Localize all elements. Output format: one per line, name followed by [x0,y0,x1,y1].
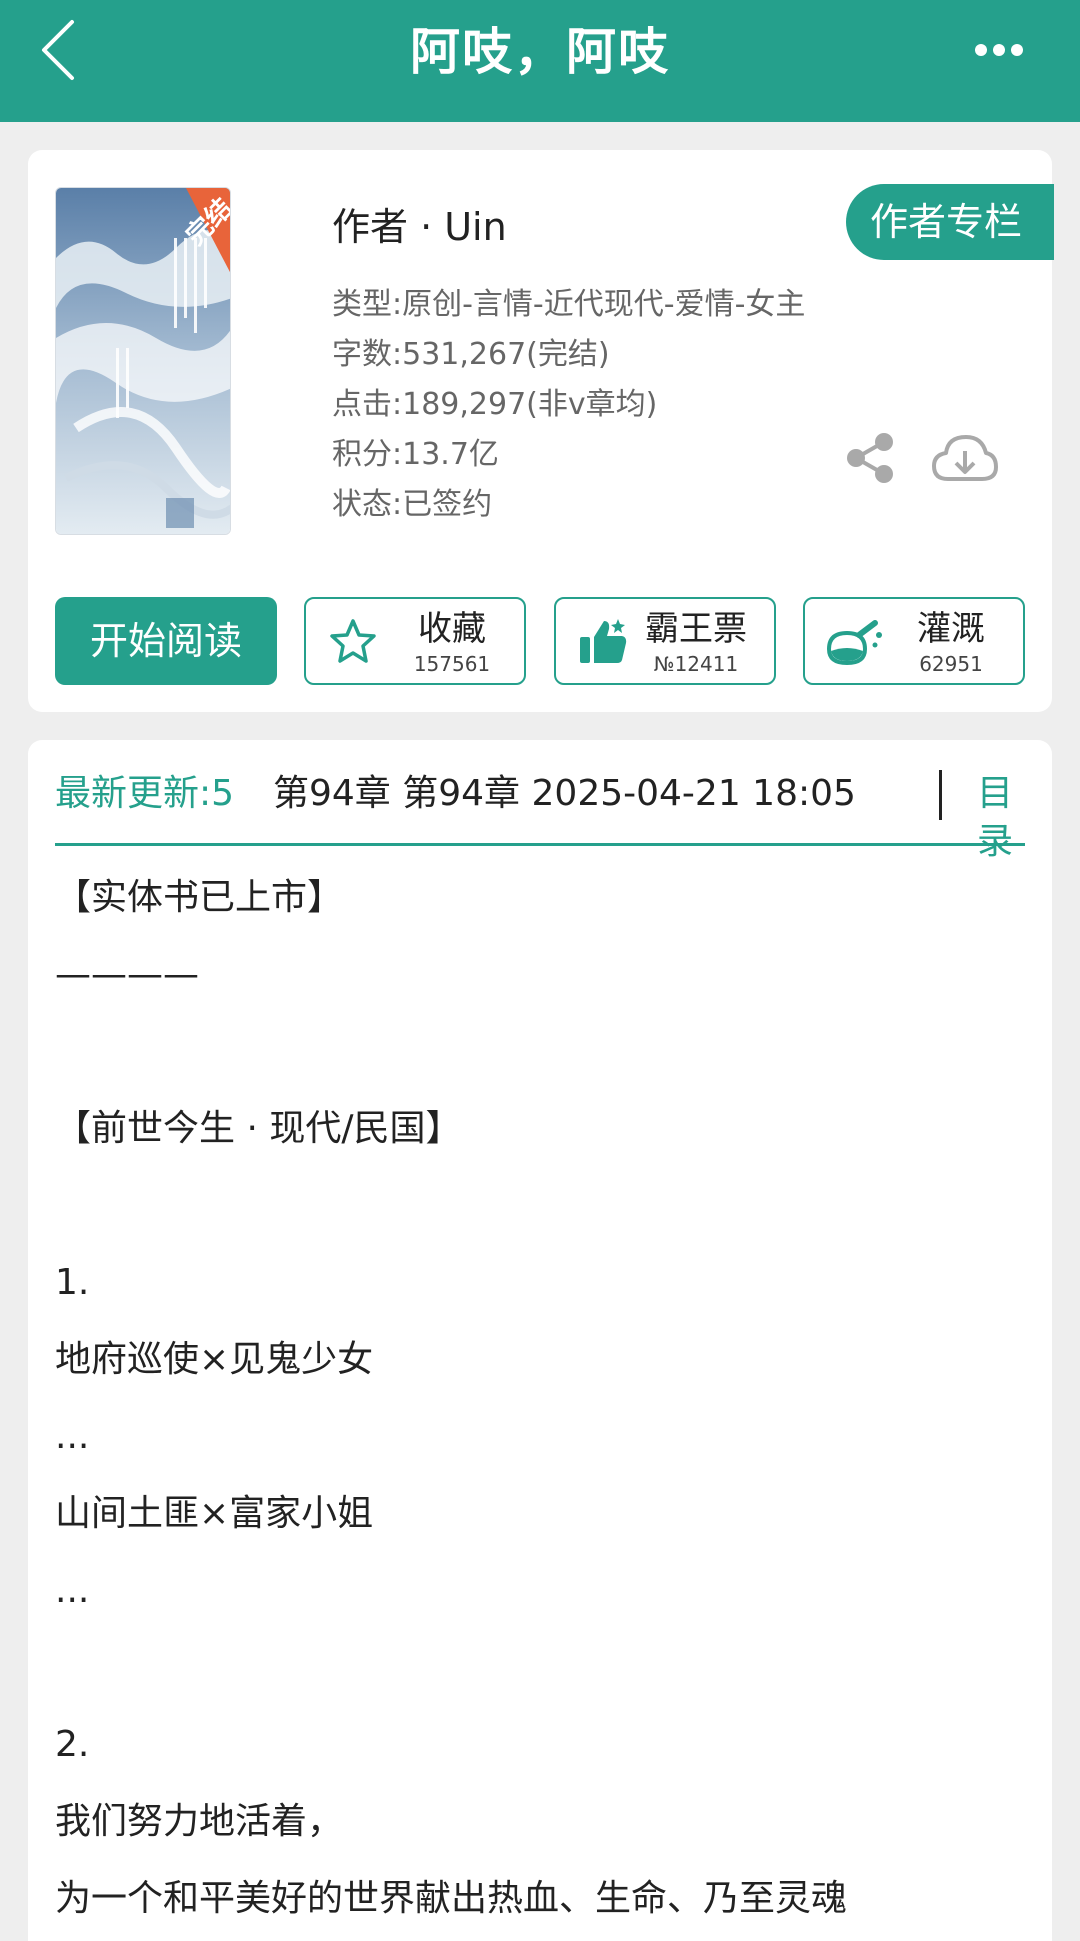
intro-line: 山间土匪×富家小姐 [55,1493,374,1534]
intro-line: ... [55,1570,90,1611]
favorite-label: 收藏 [418,609,486,649]
meta-status: 状态:已签约 [332,487,493,522]
intro-line: 地府巡使×见鬼少女 [55,1339,374,1380]
author-name[interactable]: 作者 · Uin [332,196,507,251]
page-title: 阿吱，阿吱 [410,23,670,81]
meta-clicks: 点击:189,297(非v章均) [332,387,658,422]
top-navigation-bar: 阿吱，阿吱 [0,0,1080,122]
thumbs-up-icon [580,619,627,663]
intro-line [55,1646,1025,1723]
meta-word-count: 字数:531,267(完结) [332,337,610,372]
author-column-button[interactable]: 作者专栏 [846,184,1054,260]
favorite-button[interactable]: 收藏 157561 [304,597,526,685]
intro-line [55,1030,1025,1107]
intro-line: ... [55,1416,90,1457]
irrigate-count: 62951 [919,652,983,676]
action-row: 开始阅读 收藏 157561 霸王票 №12411 灌溉 62951 [55,597,1025,685]
intro-line: 为一个和平美好的世界献出热血、生命、乃至灵魂 [55,1878,848,1919]
favorite-count: 157561 [413,652,491,676]
start-reading-button[interactable]: 开始阅读 [55,597,277,685]
intro-line: 2. [55,1724,90,1765]
intro-line [55,1184,1025,1261]
intro-line: 【实体书已上市】 [55,877,344,918]
more-dots-icon[interactable] [974,42,1024,58]
latest-update-bar[interactable]: 最新更新:5 第94章 第94章 2025-04-21 18:05 目录 [55,740,1025,862]
meta-genre: 类型:原创-言情-近代现代-爱情-女主 [332,287,806,322]
intro-line: 1. [55,1262,90,1303]
table-of-contents-link[interactable]: 目录 [977,770,1025,866]
intro-line: 我们努力地活着， [55,1801,344,1842]
cloud-download-icon[interactable] [930,431,998,485]
bawangpiao-label: 霸王票 [645,609,747,649]
latest-update-label: 最新更新:5 [55,773,235,814]
intro-line: 【前世今生 · 现代/民国】 [55,1108,462,1149]
bawangpiao-count: №12411 [653,652,739,676]
divider [939,770,942,820]
book-cover-image[interactable]: 完结 [55,187,231,535]
star-icon [330,619,376,663]
irrigate-label: 灌溉 [917,609,985,649]
share-icon[interactable] [844,432,896,484]
intro-line: ———— [55,954,199,995]
book-intro-card: 最新更新:5 第94章 第94章 2025-04-21 18:05 目录 【实体… [28,740,1052,1941]
book-intro-text: 【实体书已上市】 ———— 【前世今生 · 现代/民国】 1. 地府巡使×见鬼少… [55,876,1025,1941]
flask-icon [826,620,882,666]
irrigate-button[interactable]: 灌溉 62951 [803,597,1025,685]
book-meta: 类型:原创-言情-近代现代-爱情-女主 字数:531,267(完结) 点击:18… [332,280,805,530]
latest-chapter-text[interactable]: 第94章 第94章 2025-04-21 18:05 [273,770,913,818]
book-info-card: 完结 作者 · Uin 作者专栏 类型:原创-言情-近代现代-爱情-女主 字数:… [28,150,1054,712]
bawangpiao-button[interactable]: 霸王票 №12411 [554,597,776,685]
meta-score: 积分:13.7亿 [332,437,499,472]
